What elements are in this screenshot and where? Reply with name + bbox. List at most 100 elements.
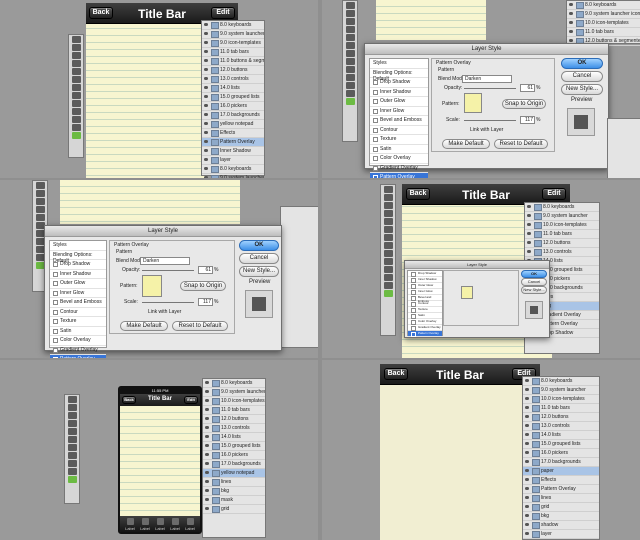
checkbox-icon[interactable] bbox=[373, 99, 378, 104]
opacity-input[interactable]: 61 bbox=[520, 84, 535, 92]
pen-tool-icon[interactable] bbox=[383, 266, 393, 273]
visibility-eye-icon[interactable] bbox=[525, 406, 529, 409]
layer-row[interactable]: 9.0 icon-templates bbox=[202, 39, 264, 48]
layer-row[interactable]: 9.0 system launcher icons bbox=[202, 174, 264, 178]
style-item[interactable]: Satin bbox=[370, 145, 428, 154]
visibility-eye-icon[interactable] bbox=[525, 379, 529, 382]
layer-row[interactable]: layer bbox=[523, 530, 599, 539]
foreground-color-swatch[interactable] bbox=[67, 476, 77, 483]
checkbox-icon[interactable] bbox=[53, 300, 58, 305]
pattern-swatch[interactable] bbox=[464, 93, 482, 113]
layer-row[interactable]: Pattern Overlay bbox=[523, 485, 599, 494]
checkbox-icon[interactable] bbox=[53, 271, 58, 277]
visibility-eye-icon[interactable] bbox=[205, 498, 209, 501]
make-default-button[interactable]: Make Default bbox=[120, 321, 168, 331]
cancel-button[interactable]: Cancel bbox=[561, 71, 603, 82]
checkbox-icon[interactable] bbox=[373, 89, 378, 95]
visibility-eye-icon[interactable] bbox=[204, 140, 208, 143]
stamp-tool-icon[interactable] bbox=[383, 242, 393, 249]
lasso-tool-icon[interactable] bbox=[71, 52, 81, 59]
style-item[interactable]: Contour bbox=[50, 308, 106, 317]
move-tool-icon[interactable] bbox=[383, 186, 393, 193]
ok-button[interactable]: OK bbox=[561, 58, 603, 69]
layer-row[interactable]: 15.0 grouped lists bbox=[203, 442, 265, 451]
wand-tool-icon[interactable] bbox=[35, 206, 45, 213]
stamp-tool-icon[interactable] bbox=[67, 452, 77, 459]
reset-to-default-button[interactable]: Reset to Default bbox=[494, 139, 548, 149]
new-style-button[interactable]: New Style... bbox=[521, 286, 547, 294]
style-item[interactable]: Pattern Overlay bbox=[370, 173, 428, 178]
layer-row[interactable]: lines bbox=[203, 478, 265, 487]
layer-row[interactable]: Effects bbox=[523, 476, 599, 485]
pattern-swatch[interactable] bbox=[142, 275, 162, 297]
wand-tool-icon[interactable] bbox=[67, 420, 77, 427]
opacity-input[interactable]: 61 bbox=[198, 266, 213, 274]
brush-tool-icon[interactable] bbox=[67, 444, 77, 451]
ok-button[interactable]: OK bbox=[521, 270, 547, 278]
layer-row[interactable]: 12.0 buttons bbox=[203, 415, 265, 424]
layer-row[interactable]: 11.0 tab bars bbox=[203, 406, 265, 415]
marquee-tool-icon[interactable] bbox=[383, 194, 393, 201]
marquee-tool-icon[interactable] bbox=[345, 10, 355, 17]
checkbox-icon[interactable] bbox=[53, 262, 58, 267]
link-with-layer-checkbox[interactable]: Link with Layer bbox=[470, 127, 503, 133]
wand-tool-icon[interactable] bbox=[345, 26, 355, 33]
document-canvas[interactable] bbox=[60, 180, 240, 224]
visibility-eye-icon[interactable] bbox=[204, 32, 208, 35]
foreground-color-swatch[interactable] bbox=[71, 132, 81, 139]
layer-row[interactable]: 11.0 tab bars bbox=[523, 404, 599, 413]
visibility-eye-icon[interactable] bbox=[205, 444, 209, 447]
visibility-eye-icon[interactable] bbox=[204, 158, 208, 161]
eyedropper-tool-icon[interactable] bbox=[71, 76, 81, 83]
visibility-eye-icon[interactable] bbox=[527, 250, 531, 253]
scale-slider[interactable] bbox=[464, 120, 516, 121]
style-item[interactable]: Bevel and Emboss bbox=[50, 298, 106, 308]
checkbox-icon[interactable] bbox=[373, 127, 378, 133]
visibility-eye-icon[interactable] bbox=[205, 489, 209, 492]
styles-header[interactable]: Styles bbox=[370, 59, 428, 69]
checkbox-icon[interactable] bbox=[53, 328, 58, 334]
style-item[interactable]: Satin bbox=[50, 327, 106, 336]
lasso-tool-icon[interactable] bbox=[383, 202, 393, 209]
preview-checkbox[interactable]: Preview bbox=[571, 97, 592, 103]
style-item[interactable]: Gradient Overlay bbox=[50, 346, 106, 355]
checkbox-icon[interactable] bbox=[373, 118, 378, 123]
eraser-tool-icon[interactable] bbox=[67, 460, 77, 467]
layer-row[interactable]: Inner Shadow bbox=[202, 147, 264, 156]
gradient-tool-icon[interactable] bbox=[67, 468, 77, 475]
crop-tool-icon[interactable] bbox=[35, 214, 45, 221]
checkbox-icon[interactable] bbox=[373, 156, 378, 161]
checkbox-icon[interactable] bbox=[373, 80, 378, 85]
checkbox-icon[interactable] bbox=[373, 165, 378, 171]
visibility-eye-icon[interactable] bbox=[204, 68, 208, 71]
layer-row[interactable]: Effects bbox=[202, 129, 264, 138]
visibility-eye-icon[interactable] bbox=[205, 426, 209, 429]
crop-tool-icon[interactable] bbox=[383, 218, 393, 225]
visibility-eye-icon[interactable] bbox=[204, 131, 208, 134]
visibility-eye-icon[interactable] bbox=[525, 433, 529, 436]
visibility-eye-icon[interactable] bbox=[525, 424, 529, 427]
visibility-eye-icon[interactable] bbox=[205, 390, 209, 393]
layer-row[interactable]: bkg bbox=[523, 512, 599, 521]
checkbox-icon[interactable] bbox=[373, 175, 378, 178]
style-item[interactable]: Drop Shadow bbox=[370, 78, 428, 88]
layer-row[interactable]: 17.0 backgrounds bbox=[203, 460, 265, 469]
visibility-eye-icon[interactable] bbox=[204, 122, 208, 125]
checkbox-icon[interactable] bbox=[53, 319, 58, 324]
gradient-tool-icon[interactable] bbox=[71, 108, 81, 115]
visibility-eye-icon[interactable] bbox=[204, 59, 208, 62]
checkbox-icon[interactable] bbox=[53, 309, 58, 315]
layer-row[interactable]: 10.0 icon-templates bbox=[567, 19, 640, 28]
layer-row[interactable]: 9.0 system launcher bbox=[523, 386, 599, 395]
tab-item[interactable]: Label bbox=[180, 518, 200, 531]
layer-row[interactable]: 13.0 controls bbox=[525, 248, 599, 257]
style-item[interactable]: Inner Shadow bbox=[50, 270, 106, 279]
layer-row[interactable]: bkg bbox=[203, 487, 265, 496]
opacity-slider[interactable] bbox=[142, 270, 194, 271]
layer-row[interactable]: 8.0 keyboards bbox=[567, 1, 640, 10]
reset-to-default-button[interactable]: Reset to Default bbox=[172, 321, 228, 331]
layer-row[interactable]: 16.0 pickers bbox=[202, 102, 264, 111]
checkbox-icon[interactable] bbox=[373, 108, 378, 114]
visibility-eye-icon[interactable] bbox=[525, 388, 529, 391]
visibility-eye-icon[interactable] bbox=[205, 435, 209, 438]
